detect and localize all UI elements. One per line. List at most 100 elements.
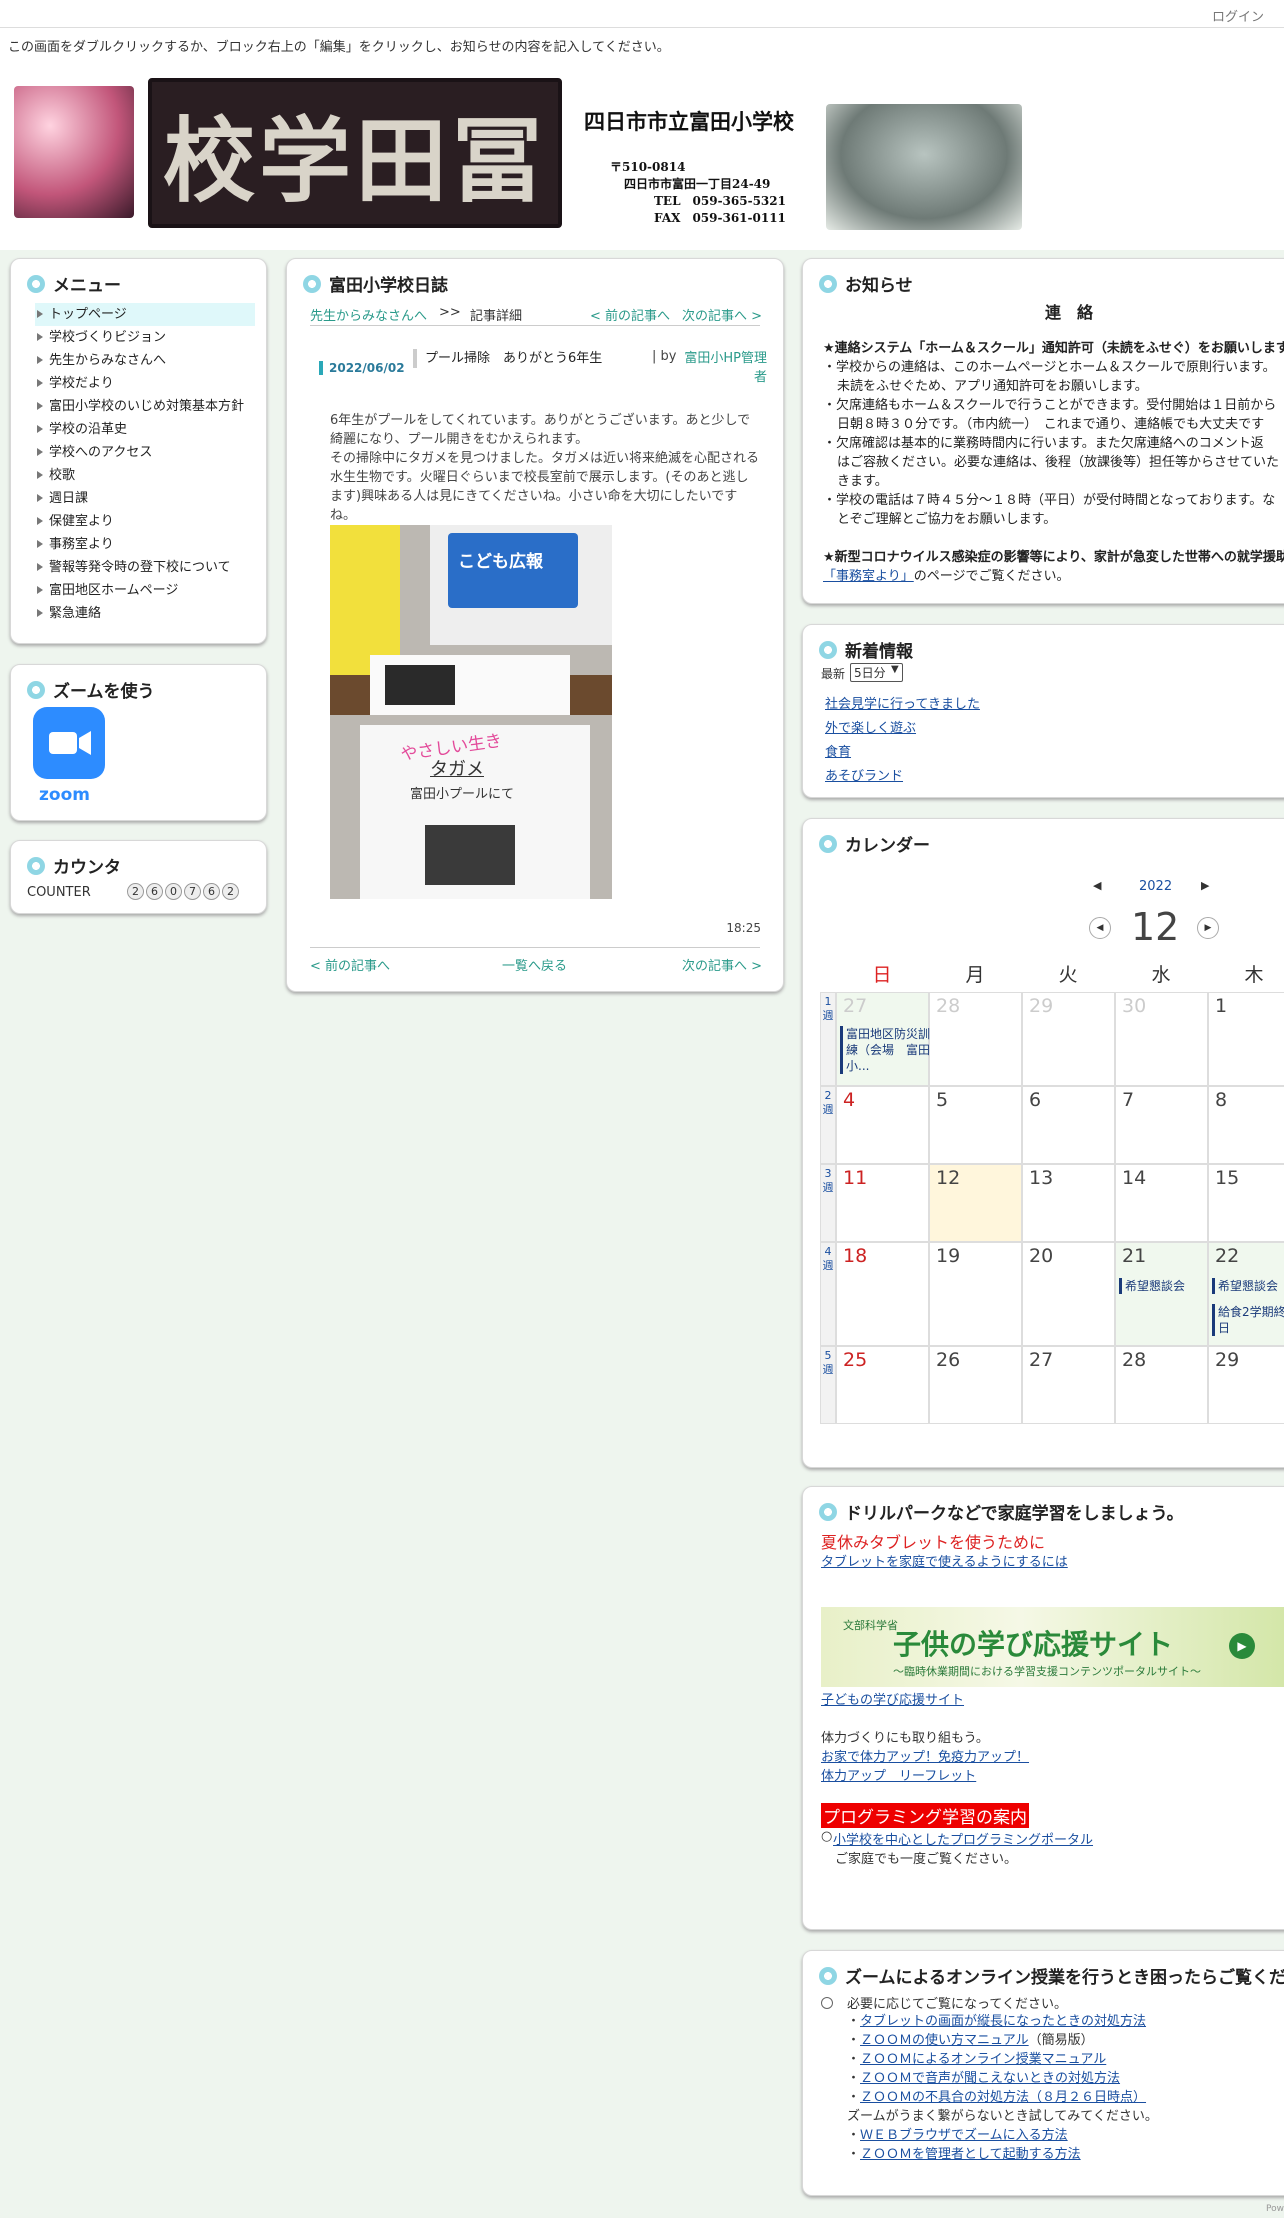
menu-item[interactable]: 緊急連絡 xyxy=(35,602,255,625)
calendar-day-cell[interactable]: 20 xyxy=(1022,1242,1115,1346)
calendar-day-cell[interactable]: 12 xyxy=(929,1164,1022,1242)
calendar-day-cell[interactable]: 8 xyxy=(1208,1086,1284,1164)
calendar-day-cell[interactable]: 29 xyxy=(1208,1346,1284,1424)
zoom-help-link[interactable]: ＺＯＯＭによるオンライン授業マニュアル xyxy=(860,2052,1106,2067)
menu-item[interactable]: 保健室より xyxy=(35,510,255,533)
prev-month-icon[interactable]: ◀ xyxy=(1089,917,1111,939)
breadcrumb-category-link[interactable]: 先生からみなさんへ xyxy=(310,305,427,324)
calendar-day-cell[interactable]: 5 xyxy=(929,1086,1022,1164)
calendar-day-cell[interactable]: 19 xyxy=(929,1242,1022,1346)
next-month-icon[interactable]: ▶ xyxy=(1197,917,1219,939)
calendar-year[interactable]: 2022 xyxy=(1139,879,1172,894)
site-header: 校学田冨 四日市市立富田小学校 〒510-0814 四日市市富田一丁目24-49… xyxy=(0,64,1284,250)
calendar-day-cell[interactable]: 15 xyxy=(1208,1164,1284,1242)
menu-item[interactable]: 校歌 xyxy=(35,464,255,487)
calendar-day-cell[interactable]: 1 xyxy=(1208,992,1284,1086)
menu-item[interactable]: 事務室より xyxy=(35,533,255,556)
calendar-day-cell[interactable]: 11 xyxy=(836,1164,929,1242)
calendar-day-cell[interactable]: 28 xyxy=(1115,1346,1208,1424)
jimushitsu-link[interactable]: 「事務室より」 xyxy=(823,569,914,584)
calendar-day-cell[interactable]: 7 xyxy=(1115,1086,1208,1164)
menu-item[interactable]: トップページ xyxy=(35,303,255,326)
prev-article-link-bottom[interactable]: < 前の記事へ xyxy=(310,955,390,974)
menu-item[interactable]: 週日課 xyxy=(35,487,255,510)
prev-year-icon[interactable]: ◀ xyxy=(1093,879,1101,892)
calendar-week-label[interactable]: 3週 xyxy=(820,1164,836,1242)
bullet-icon: ・ xyxy=(847,2014,861,2029)
menu-item[interactable]: 学校へのアクセス xyxy=(35,441,255,464)
calendar-day-number: 28 xyxy=(936,995,961,1017)
sakura-photo xyxy=(14,86,134,218)
zoom-help-link[interactable]: ＺＯＯＭの使い方マニュアル xyxy=(860,2033,1029,2048)
oshirase-line: 日朝８時３０分です。（市内統一） これまで通り、連絡帳でも大丈夫です xyxy=(837,417,1265,432)
tairyoku-leaflet-link[interactable]: 体力アップ リーフレット xyxy=(821,1765,976,1784)
calendar-day-cell[interactable]: 29 xyxy=(1022,992,1115,1086)
calendar-week-label[interactable]: 1週 xyxy=(820,992,836,1086)
calendar-event[interactable]: 給食2学期終日 xyxy=(1212,1304,1284,1336)
calendar-day-cell[interactable]: 6 xyxy=(1022,1086,1115,1164)
login-link[interactable]: ログイン xyxy=(1212,6,1264,25)
zoom-help-line: ・ＺＯＯＭを管理者として起動する方法 xyxy=(847,2145,1158,2164)
back-to-list-link[interactable]: 一覧へ戻る xyxy=(502,955,567,974)
calendar-day-cell[interactable]: 30 xyxy=(1115,992,1208,1086)
calendar-event[interactable]: 富田地区防災訓練（会場 富田小... xyxy=(840,1026,930,1074)
next-year-icon[interactable]: ▶ xyxy=(1201,879,1209,892)
article-author-link[interactable]: 富田小HP管理者 xyxy=(677,349,767,387)
calendar-day-cell[interactable]: 25 xyxy=(836,1346,929,1424)
mext-banner[interactable]: 文部科学省 子供の学び応援サイト ～臨時休業期間における学習支援コンテンツポータ… xyxy=(821,1607,1284,1687)
zoom-logo-text: zoom xyxy=(39,785,90,805)
calendar-event[interactable]: 希望懇談会 xyxy=(1119,1278,1209,1294)
menu-item[interactable]: 富田小学校のいじめ対策基本方針 xyxy=(35,395,255,418)
tairyoku-up-link[interactable]: お家で体力アップ！免疫力アップ！ xyxy=(821,1746,1029,1765)
notice-bar[interactable]: この画面をダブルクリックするか、ブロック右上の「編集」をクリックし、お知らせの内… xyxy=(0,28,1284,64)
zoom-help-link[interactable]: ＺＯＯＭの不具合の対処方法（８月２６日時点） xyxy=(860,2090,1146,2105)
menu-item[interactable]: 学校づくりビジョン xyxy=(35,326,255,349)
news-panel: 新着情報 最新 5日分 ▼ 社会見学に行ってきました 外で楽しく遊ぶ 食育 あそびランド xyxy=(802,624,1284,798)
news-item-link[interactable]: 食育 xyxy=(825,745,851,760)
programming-portal-link[interactable]: 小学校を中心としたプログラミングポータル xyxy=(833,1829,1093,1848)
menu-item[interactable]: 先生からみなさんへ xyxy=(35,349,255,372)
calendar-day-cell[interactable]: 28 xyxy=(929,992,1022,1086)
prev-article-link[interactable]: < 前の記事へ xyxy=(590,305,670,324)
calendar-event[interactable]: 希望懇談会 xyxy=(1212,1278,1284,1294)
zoom-help-link[interactable]: ＺＯＯＭを管理者として起動する方法 xyxy=(860,2147,1081,2162)
tablet-home-link[interactable]: タブレットを家庭で使えるようにするには xyxy=(821,1551,1068,1570)
calendar-day-cell[interactable]: 4 xyxy=(836,1086,929,1164)
stone-monument-photo xyxy=(826,104,1022,230)
zoom-help-title: ズームによるオンライン授業を行うとき困ったらご覧ください xyxy=(845,1968,1284,1988)
breadcrumb-current: 記事詳細 xyxy=(470,309,523,324)
calendar-day-number: 6 xyxy=(1029,1089,1042,1111)
calendar-day-cell[interactable]: 26 xyxy=(929,1346,1022,1424)
kodomo-manabi-link[interactable]: 子どもの学び応援サイト xyxy=(821,1689,964,1708)
news-range-select[interactable]: 5日分 ▼ xyxy=(850,663,903,682)
diary-panel: 富田小学校日誌 先生からみなさんへ >> 記事詳細 < 前の記事へ 次の記事へ … xyxy=(286,258,784,992)
calendar-week-label[interactable]: 4週 xyxy=(820,1242,836,1346)
news-item-link[interactable]: 外で楽しく遊ぶ xyxy=(825,721,916,736)
news-item-link[interactable]: 社会見学に行ってきました xyxy=(825,697,980,712)
zoom-help-line: ・ＺＯＯＭの不具合の対処方法（８月２６日時点） xyxy=(847,2088,1158,2107)
menu-item[interactable]: 学校の沿革史 xyxy=(35,418,255,441)
calendar-week-label[interactable]: 2週 xyxy=(820,1086,836,1164)
calendar-day-header: 水 xyxy=(1151,964,1171,986)
notice-text: この画面をダブルクリックするか、ブロック右上の「編集」をクリックし、お知らせの内… xyxy=(8,40,670,55)
photo-sign-kodomo: こども広報 xyxy=(458,552,543,572)
zoom-logo-icon[interactable] xyxy=(33,707,105,779)
news-item-link[interactable]: あそびランド xyxy=(825,769,903,784)
calendar-day-header: 木 xyxy=(1244,964,1264,986)
menu-item[interactable]: 学校だより xyxy=(35,372,255,395)
menu-item[interactable]: 警報等発令時の登下校について xyxy=(35,556,255,579)
calendar-day-cell[interactable]: 21 xyxy=(1115,1242,1208,1346)
zoom-help-link[interactable]: タブレットの画面が縦長になったときの対処方法 xyxy=(860,2014,1146,2029)
calendar-day-cell[interactable]: 13 xyxy=(1022,1164,1115,1242)
calendar-week-label[interactable]: 5週 xyxy=(820,1346,836,1424)
photo-sign-tagame: タガメ xyxy=(430,759,484,780)
calendar-day-cell[interactable]: 14 xyxy=(1115,1164,1208,1242)
next-article-link[interactable]: 次の記事へ > xyxy=(682,305,762,324)
menu-item[interactable]: 富田地区ホームページ xyxy=(35,579,255,602)
calendar-day-cell[interactable]: 18 xyxy=(836,1242,929,1346)
next-article-link-bottom[interactable]: 次の記事へ > xyxy=(682,955,762,974)
bullet-icon: ・ xyxy=(847,2090,861,2105)
zoom-help-link[interactable]: ＺＯＯＭで音声が聞こえないときの対処方法 xyxy=(860,2071,1120,2086)
calendar-day-cell[interactable]: 27 xyxy=(1022,1346,1115,1424)
zoom-help-link[interactable]: ＷＥＢブラウザでズームに入る方法 xyxy=(860,2128,1068,2143)
